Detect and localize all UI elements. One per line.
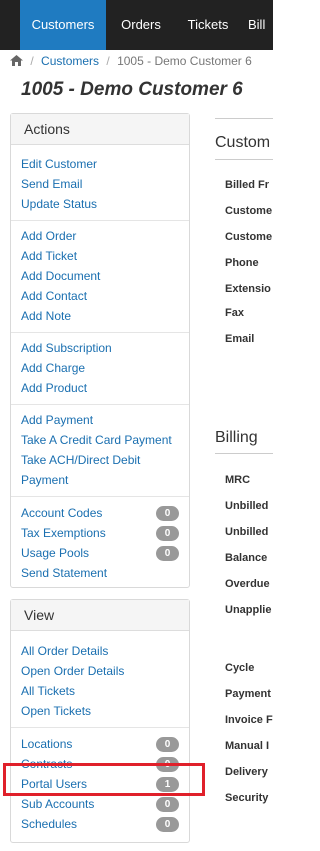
actions-group-customer: Edit Customer Send Email Update Status xyxy=(11,145,189,220)
view-panel-title: View xyxy=(11,600,189,631)
add-note-link[interactable]: Add Note xyxy=(21,306,179,326)
field-payment: Payment xyxy=(225,688,271,700)
account-codes-row[interactable]: Account Codes 0 xyxy=(21,503,179,523)
add-subscription-link[interactable]: Add Subscription xyxy=(21,338,179,358)
view-panel: View All Order Details Open Order Detail… xyxy=(10,599,190,843)
view-group-orders: All Order Details Open Order Details All… xyxy=(11,631,189,727)
customer-section-underline xyxy=(215,159,273,160)
breadcrumb-customers[interactable]: Customers xyxy=(41,54,99,68)
field-mrc: MRC xyxy=(225,474,251,486)
actions-group-billing-items: Add Subscription Add Charge Add Product xyxy=(11,332,189,404)
account-codes-link[interactable]: Account Codes xyxy=(21,506,102,520)
page-title: 1005 - Demo Customer 6 xyxy=(21,79,243,100)
field-extension: Extensio xyxy=(225,283,271,295)
nav-orders[interactable]: Orders xyxy=(110,0,172,50)
tax-exemptions-count-badge: 0 xyxy=(156,526,179,541)
locations-row[interactable]: Locations 0 xyxy=(21,734,179,754)
customer-section-title: Custom xyxy=(215,134,271,151)
add-payment-link[interactable]: Add Payment xyxy=(21,410,179,430)
locations-link[interactable]: Locations xyxy=(21,737,72,751)
field-security: Security xyxy=(225,792,269,804)
credit-card-payment-link[interactable]: Take A Credit Card Payment xyxy=(21,430,179,450)
all-order-details-link[interactable]: All Order Details xyxy=(21,641,179,661)
nav-billing[interactable]: Bill xyxy=(248,0,288,50)
field-unbilled-2: Unbilled xyxy=(225,526,269,538)
usage-pools-row[interactable]: Usage Pools 0 xyxy=(21,543,179,563)
field-delivery: Delivery xyxy=(225,766,268,778)
sub-accounts-row[interactable]: Sub Accounts 0 xyxy=(21,794,179,814)
breadcrumb-separator: / xyxy=(106,54,110,68)
ach-payment-link[interactable]: Take ACH/Direct Debit Payment xyxy=(21,450,181,490)
actions-panel-title: Actions xyxy=(11,114,189,145)
field-customer-2: Custome xyxy=(225,231,273,243)
schedules-count-badge: 0 xyxy=(156,817,179,832)
add-product-link[interactable]: Add Product xyxy=(21,378,179,398)
schedules-row[interactable]: Schedules 0 xyxy=(21,814,179,834)
usage-pools-count-badge: 0 xyxy=(156,546,179,561)
add-ticket-link[interactable]: Add Ticket xyxy=(21,246,179,266)
field-fax: Fax xyxy=(225,307,244,319)
account-codes-count-badge: 0 xyxy=(156,506,179,521)
open-order-details-link[interactable]: Open Order Details xyxy=(21,661,179,681)
locations-count-badge: 0 xyxy=(156,737,179,752)
highlight-portal-users xyxy=(3,763,205,796)
field-overdue: Overdue xyxy=(225,578,270,590)
send-statement-link[interactable]: Send Statement xyxy=(21,563,179,583)
field-balance: Balance xyxy=(225,552,268,564)
actions-group-account: Account Codes 0 Tax Exemptions 0 Usage P… xyxy=(11,496,189,589)
all-tickets-link[interactable]: All Tickets xyxy=(21,681,179,701)
field-invoice: Invoice F xyxy=(225,714,273,726)
send-email-link[interactable]: Send Email xyxy=(21,174,179,194)
open-tickets-link[interactable]: Open Tickets xyxy=(21,701,179,721)
usage-pools-link[interactable]: Usage Pools xyxy=(21,546,89,560)
sub-accounts-count-badge: 0 xyxy=(156,797,179,812)
field-billed-from: Billed Fr xyxy=(225,179,270,191)
schedules-link[interactable]: Schedules xyxy=(21,817,77,831)
field-manual: Manual I xyxy=(225,740,270,752)
breadcrumb-current: 1005 - Demo Customer 6 xyxy=(117,54,252,68)
add-contact-link[interactable]: Add Contact xyxy=(21,286,179,306)
nav-customers[interactable]: Customers xyxy=(20,0,106,50)
field-unbilled-1: Unbilled xyxy=(225,500,269,512)
tax-exemptions-row[interactable]: Tax Exemptions 0 xyxy=(21,523,179,543)
add-document-link[interactable]: Add Document xyxy=(21,266,179,286)
field-customer-1: Custome xyxy=(225,205,273,217)
billing-section-underline xyxy=(215,453,273,454)
add-order-link[interactable]: Add Order xyxy=(21,226,179,246)
field-phone: Phone xyxy=(225,257,259,269)
billing-section-title: Billing xyxy=(215,429,258,446)
field-email: Email xyxy=(225,333,255,345)
breadcrumb: / Customers / 1005 - Demo Customer 6 xyxy=(0,50,273,72)
breadcrumb-separator: / xyxy=(30,54,34,68)
top-navbar: Customers Orders Tickets Bill xyxy=(0,0,273,50)
customer-section-rule xyxy=(215,118,273,119)
field-unapplied: Unapplie xyxy=(225,604,272,616)
sub-accounts-link[interactable]: Sub Accounts xyxy=(21,797,94,811)
edit-customer-link[interactable]: Edit Customer xyxy=(21,154,179,174)
actions-group-payments: Add Payment Take A Credit Card Payment T… xyxy=(11,404,189,496)
tax-exemptions-link[interactable]: Tax Exemptions xyxy=(21,526,106,540)
actions-panel: Actions Edit Customer Send Email Update … xyxy=(10,113,190,588)
field-cycle: Cycle xyxy=(225,662,255,674)
actions-group-add: Add Order Add Ticket Add Document Add Co… xyxy=(11,220,189,332)
home-icon[interactable] xyxy=(10,51,23,72)
nav-tickets[interactable]: Tickets xyxy=(176,0,240,50)
update-status-link[interactable]: Update Status xyxy=(21,194,179,214)
add-charge-link[interactable]: Add Charge xyxy=(21,358,179,378)
